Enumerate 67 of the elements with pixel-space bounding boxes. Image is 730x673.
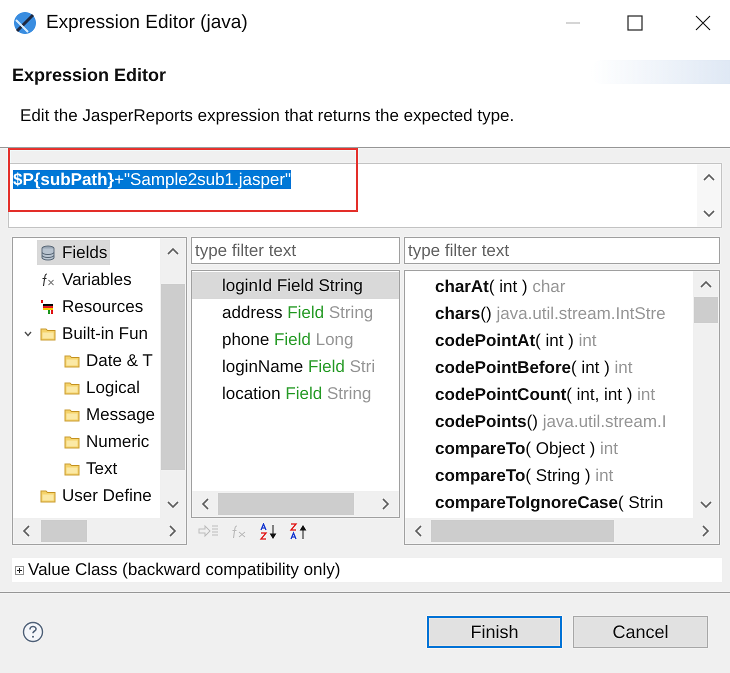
- scroll-down-icon[interactable]: [166, 500, 180, 510]
- tree-item[interactable]: Numeric: [61, 429, 152, 454]
- folder-icon: [64, 462, 80, 476]
- help-icon[interactable]: [22, 621, 44, 643]
- folder-icon: [40, 488, 56, 502]
- tree-item[interactable]: Built-in Fun: [37, 321, 151, 346]
- expand-toggle-icon[interactable]: [15, 566, 24, 574]
- tree-item[interactable]: Date & T: [61, 348, 156, 373]
- flags-icon: [40, 298, 56, 314]
- scroll-down-icon[interactable]: [702, 209, 716, 219]
- database-icon: [40, 244, 56, 260]
- folder-icon: [64, 380, 80, 394]
- method-item[interactable]: codePointCount( int, int ) int: [405, 381, 693, 408]
- method-item[interactable]: chars() java.util.stream.IntStre: [405, 300, 693, 327]
- function-icon: [40, 272, 56, 288]
- method-item[interactable]: codePointAt( int ) int: [405, 327, 693, 354]
- folder-icon: [64, 354, 80, 368]
- scroll-left-icon[interactable]: [200, 497, 210, 511]
- folder-icon: [64, 408, 80, 422]
- scrollbar-thumb[interactable]: [694, 297, 718, 323]
- scrollbar-thumb[interactable]: [431, 520, 614, 542]
- header-title: Expression Editor: [12, 64, 166, 87]
- scroll-right-icon[interactable]: [381, 497, 391, 511]
- method-item[interactable]: compareTo( String ) int: [405, 462, 693, 489]
- scroll-up-icon[interactable]: [702, 172, 716, 182]
- filter-field[interactable]: type filter text: [404, 237, 720, 264]
- expression-editor[interactable]: $P{subPath}+"Sample2sub1.jasper": [8, 163, 722, 228]
- folder-icon: [64, 434, 80, 448]
- dialog-button[interactable]: Finish: [427, 616, 562, 648]
- window-title: Expression Editor (java): [46, 10, 248, 35]
- header-description: Edit the JasperReports expression that returns the expected type.: [20, 105, 514, 127]
- scroll-down-icon[interactable]: [699, 500, 713, 510]
- scroll-left-icon[interactable]: [21, 524, 31, 538]
- sort-ascending-icon[interactable]: [259, 523, 279, 541]
- tree-item[interactable]: Fields: [37, 240, 110, 265]
- scrollbar-thumb[interactable]: [218, 493, 354, 515]
- tree-item[interactable]: Message: [61, 402, 158, 427]
- method-item[interactable]: compareToIgnoreCase( Strin: [405, 489, 693, 516]
- tree-item[interactable]: Text: [61, 456, 120, 481]
- field-item[interactable]: phone Field Long: [192, 326, 399, 353]
- tree-item[interactable]: Variables: [37, 267, 135, 292]
- scrollbar-thumb[interactable]: [161, 284, 185, 470]
- method-item[interactable]: compareTo( Object ) int: [405, 435, 693, 462]
- method-item[interactable]: charAt( int ) char: [405, 273, 693, 300]
- folder-icon: [40, 326, 56, 340]
- expression-text: $P{subPath}+"Sample2sub1.jasper": [13, 170, 292, 189]
- app-logo-icon: [12, 10, 38, 36]
- field-item[interactable]: address Field String: [192, 299, 399, 326]
- tree-item[interactable]: User Define: [37, 483, 155, 508]
- value-class-label: Value Class (backward compatibility only): [28, 559, 340, 582]
- dialog-button[interactable]: Cancel: [573, 616, 708, 648]
- scroll-up-icon[interactable]: [166, 246, 180, 256]
- value-class-row[interactable]: Value Class (backward compatibility only): [12, 558, 722, 582]
- filter-field[interactable]: type filter text: [191, 237, 400, 264]
- method-item[interactable]: codePoints() java.util.stream.I: [405, 408, 693, 435]
- scrollbar-thumb[interactable]: [41, 520, 87, 542]
- field-item[interactable]: loginId Field String: [192, 272, 399, 299]
- scroll-right-icon[interactable]: [168, 524, 178, 538]
- field-item[interactable]: loginName Field Stri: [192, 353, 399, 380]
- scroll-up-icon[interactable]: [699, 279, 713, 289]
- field-item[interactable]: location Field String: [192, 380, 399, 407]
- scroll-left-icon[interactable]: [413, 524, 423, 538]
- sort-descending-icon[interactable]: [289, 523, 309, 541]
- tree-item[interactable]: Logical: [61, 375, 143, 400]
- tree-item[interactable]: Resources: [37, 294, 146, 319]
- scroll-right-icon[interactable]: [701, 524, 711, 538]
- method-item[interactable]: codePointBefore( int ) int: [405, 354, 693, 381]
